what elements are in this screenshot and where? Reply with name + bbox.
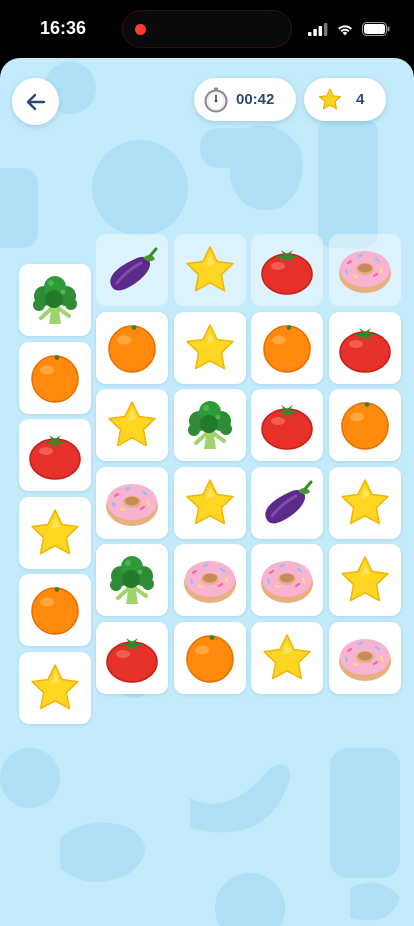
star-icon xyxy=(338,554,392,606)
star-icon xyxy=(260,632,314,684)
star-icon xyxy=(338,477,392,529)
tile-donut[interactable] xyxy=(173,544,246,616)
star-icon xyxy=(28,662,82,714)
eggplant-icon xyxy=(103,245,161,295)
tile-donut[interactable] xyxy=(251,544,323,616)
tile-star[interactable] xyxy=(251,621,323,694)
tile-eggplant[interactable] xyxy=(251,466,323,539)
donut-icon xyxy=(258,553,316,607)
tile-orange[interactable] xyxy=(173,621,246,694)
tile-orange[interactable] xyxy=(19,341,91,414)
tile-star[interactable] xyxy=(173,311,246,384)
signal-icon xyxy=(308,22,328,36)
star-icon xyxy=(105,399,159,451)
orange-icon xyxy=(28,583,82,637)
back-button[interactable] xyxy=(12,78,59,125)
tile-star[interactable] xyxy=(328,544,401,616)
timer-value: 00:42 xyxy=(236,91,275,108)
dynamic-island xyxy=(122,10,292,48)
arrow-left-icon xyxy=(26,93,45,110)
tile-star[interactable] xyxy=(19,496,91,569)
tile-tomato[interactable] xyxy=(251,389,323,461)
score-value: 4 xyxy=(356,91,365,108)
tile-donut[interactable] xyxy=(96,466,168,539)
tile-star[interactable] xyxy=(19,651,91,724)
star-icon xyxy=(183,322,237,374)
tile-tomato[interactable] xyxy=(96,621,168,694)
tomato-icon xyxy=(259,399,315,451)
recording-indicator-icon xyxy=(135,24,146,35)
tile-star[interactable] xyxy=(173,466,246,539)
broccoli-icon xyxy=(27,272,83,328)
tile-broccoli[interactable] xyxy=(173,389,246,461)
status-bar: 16:36 xyxy=(0,0,414,60)
tile-star[interactable] xyxy=(328,466,401,539)
tomato-icon xyxy=(337,322,393,374)
star-icon xyxy=(318,88,342,111)
star-icon xyxy=(183,477,237,529)
orange-icon xyxy=(28,351,82,405)
star-icon xyxy=(28,507,82,559)
donut-icon xyxy=(103,476,161,530)
tile-orange[interactable] xyxy=(19,574,91,646)
tile-broccoli[interactable] xyxy=(96,544,168,616)
tile-star[interactable] xyxy=(173,234,246,306)
wifi-icon xyxy=(338,24,352,35)
timer-display: 00:42 xyxy=(194,78,296,121)
battery-icon xyxy=(362,22,390,36)
tile-tomato[interactable] xyxy=(19,419,91,491)
score-display: 4 xyxy=(304,78,386,121)
donut-icon xyxy=(336,243,394,297)
tile-eggplant[interactable] xyxy=(96,234,168,306)
tile-star[interactable] xyxy=(96,389,168,461)
status-time: 16:36 xyxy=(40,18,87,38)
tile-orange[interactable] xyxy=(96,311,168,384)
orange-icon xyxy=(105,321,159,375)
broccoli-icon xyxy=(182,397,238,453)
stopwatch-icon xyxy=(204,87,228,113)
star-icon xyxy=(183,244,237,296)
game-screen: 00:42 4 xyxy=(0,58,414,926)
tile-donut[interactable] xyxy=(328,621,401,694)
donut-icon xyxy=(181,553,239,607)
orange-icon xyxy=(260,321,314,375)
orange-icon xyxy=(338,398,392,452)
tile-donut[interactable] xyxy=(328,234,401,306)
tomato-icon xyxy=(259,244,315,296)
tile-broccoli[interactable] xyxy=(19,264,91,336)
tile-tomato[interactable] xyxy=(251,234,323,306)
tile-tomato[interactable] xyxy=(328,311,401,384)
tile-orange[interactable] xyxy=(251,311,323,384)
donut-icon xyxy=(336,631,394,685)
eggplant-icon xyxy=(258,478,316,528)
tomato-icon xyxy=(27,429,83,481)
broccoli-icon xyxy=(104,552,160,608)
tile-orange[interactable] xyxy=(328,389,401,461)
orange-icon xyxy=(183,631,237,685)
tomato-icon xyxy=(104,632,160,684)
